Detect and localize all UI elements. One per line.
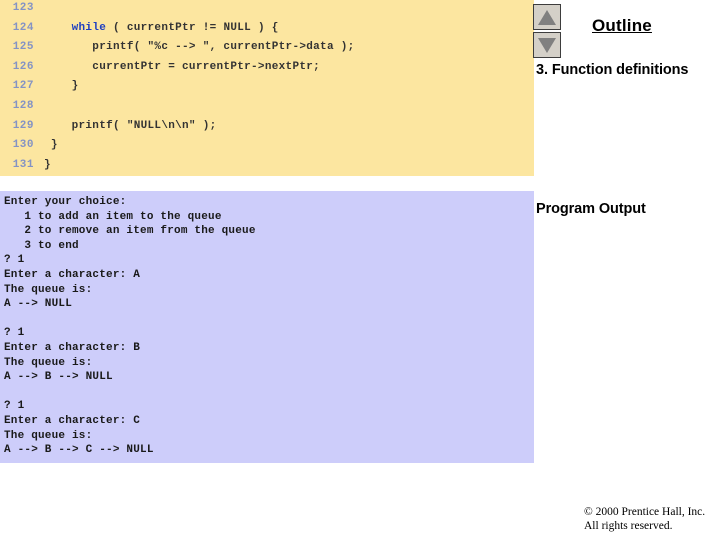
slide-navigation-buttons (533, 4, 563, 60)
code-fragment: } (44, 80, 79, 93)
copyright-line-2: All rights reserved. (584, 520, 673, 532)
output-line: A --> B --> NULL (4, 371, 113, 384)
triangle-down-icon (538, 37, 556, 53)
code-line-number: 130 (12, 139, 34, 152)
code-line-number: 131 (12, 158, 34, 171)
output-line: 3 to end (4, 239, 79, 252)
code-fragment: } (44, 158, 51, 171)
outline-entry-function-definitions: 3. Function definitions (536, 62, 689, 78)
output-line: ? 1 (4, 254, 25, 267)
code-line-number: 126 (12, 60, 34, 73)
copyright-line-1: © 2000 Prentice Hall, Inc. (584, 506, 706, 518)
output-line: A --> B --> C --> NULL (4, 444, 154, 457)
code-fragment: printf( "%c --> ", currentPtr->data ); (44, 41, 355, 54)
output-line: The queue is: (4, 283, 93, 296)
output-line: 1 to add an item to the queue (4, 210, 222, 223)
output-line: Enter a character: B (4, 341, 141, 354)
code-line: 130 } (0, 139, 534, 159)
code-line: 129 printf( "NULL\n\n" ); (0, 120, 534, 140)
code-line-number: 125 (12, 41, 34, 54)
code-line: 125 printf( "%c --> ", currentPtr->data … (0, 41, 534, 61)
code-fragment: ( currentPtr != NULL ) { (106, 21, 279, 34)
output-line: Enter your choice: (4, 196, 127, 208)
code-line-text: } (34, 139, 58, 151)
code-line-number: 124 (12, 21, 34, 34)
code-line-number: 128 (12, 99, 34, 112)
code-line-number: 127 (12, 80, 34, 93)
output-line: Enter a character: A (4, 268, 141, 281)
scroll-up-button[interactable] (533, 4, 561, 30)
code-line: 131} (0, 159, 534, 176)
output-line: A --> NULL (4, 298, 73, 311)
code-line-text: } (34, 159, 51, 171)
output-line: The queue is: (4, 356, 93, 369)
code-line: 127 } (0, 80, 534, 100)
code-fragment: currentPtr = currentPtr->nextPtr; (44, 60, 321, 73)
code-line-text: } (34, 80, 79, 92)
code-line: 123 (0, 2, 534, 22)
code-line-number: 129 (12, 119, 34, 132)
output-line: 2 to remove an item from the queue (4, 225, 256, 238)
code-keyword: while (71, 21, 107, 34)
output-line: ? 1 (4, 400, 25, 413)
code-line-text: currentPtr = currentPtr->nextPtr; (34, 61, 320, 73)
output-line: ? 1 (4, 327, 25, 340)
code-line-text: printf( "%c --> ", currentPtr->data ); (34, 41, 355, 53)
program-output-panel: Enter your choice: 1 to add an item to t… (0, 191, 534, 463)
code-line: 126 currentPtr = currentPtr->nextPtr; (0, 61, 534, 81)
code-listing-panel: 123 124 while ( currentPtr != NULL ) {125… (0, 0, 534, 176)
code-fragment (44, 22, 72, 34)
code-line-text: while ( currentPtr != NULL ) { (34, 22, 279, 34)
program-output-label: Program Output (536, 201, 646, 217)
output-line: Enter a character: C (4, 414, 141, 427)
code-line: 128 (0, 100, 534, 120)
code-fragment: printf( "NULL\n\n" ); (44, 119, 217, 132)
code-line: 124 while ( currentPtr != NULL ) { (0, 22, 534, 42)
output-line: The queue is: (4, 429, 93, 442)
triangle-up-icon (538, 9, 556, 25)
copyright-footer: © 2000 Prentice Hall, Inc. All rights re… (584, 505, 720, 533)
code-fragment: } (44, 139, 58, 152)
code-line-number: 123 (12, 2, 34, 14)
code-line-text: printf( "NULL\n\n" ); (34, 120, 217, 132)
scroll-down-button[interactable] (533, 32, 561, 58)
outline-title: Outline (592, 16, 652, 35)
